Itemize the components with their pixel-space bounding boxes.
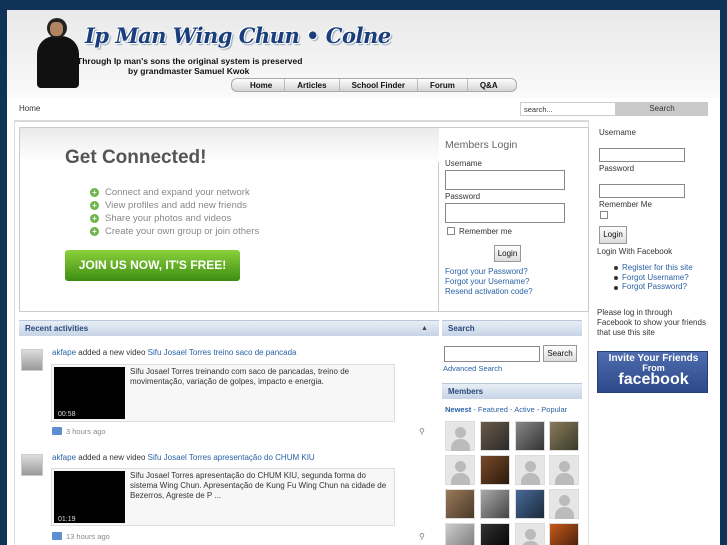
site-header: Ip Man Wing Chun • Colne Through Ip man'… [7, 10, 720, 98]
breadcrumb[interactable]: Home [19, 104, 40, 113]
nav-school-finder[interactable]: School Finder [340, 79, 418, 91]
members-module-title: Members [448, 387, 484, 396]
member-avatar[interactable] [480, 489, 510, 519]
nav-home[interactable]: Home [238, 79, 286, 91]
member-avatar[interactable] [445, 489, 475, 519]
member-avatar[interactable] [515, 489, 545, 519]
member-avatar[interactable] [515, 455, 545, 485]
avatar[interactable] [21, 349, 43, 371]
video-duration: 01:19 [58, 516, 76, 523]
video-icon [52, 532, 62, 540]
forgot-username-link[interactable]: Forgot your Username? [445, 277, 529, 286]
remember-me-label: Remember me [459, 227, 512, 236]
search-button[interactable]: Search [543, 345, 577, 362]
activity-line: akfape added a new video Sifu Josael Tor… [52, 348, 297, 357]
activity-user-link[interactable]: akfape [52, 348, 76, 357]
members-tabs: Newest - Featured - Active - Popular [445, 405, 567, 414]
sidebar-password-field[interactable] [599, 184, 685, 198]
advanced-search-link[interactable]: Advanced Search [443, 364, 502, 373]
forgot-password-link[interactable]: Forgot your Password? [445, 267, 528, 276]
member-avatar[interactable] [549, 455, 579, 485]
plus-icon: + [90, 188, 99, 197]
password-field[interactable] [445, 203, 565, 223]
top-search-input[interactable]: search... [520, 102, 616, 116]
bullet [614, 286, 618, 290]
remember-me-checkbox[interactable] [447, 227, 455, 235]
tagline: Through Ip man's sons the original syste… [77, 56, 303, 66]
sidebar-password-label: Password [599, 164, 635, 173]
search-input[interactable] [444, 346, 540, 362]
recent-activities-title: Recent activities [25, 324, 89, 333]
facebook-login-label[interactable]: Login With Facebook [597, 247, 672, 256]
bullet [614, 266, 618, 270]
top-search-button[interactable]: Search [616, 102, 708, 116]
members-login-title: Members Login [445, 139, 518, 151]
activity-user-link[interactable]: akfape [52, 453, 76, 462]
sidebar-login-button[interactable]: Login [599, 226, 627, 244]
video-description: Sifu Josael Torres apresentação do CHUM … [130, 471, 387, 500]
member-avatar[interactable] [515, 523, 545, 545]
plus-icon: + [90, 227, 99, 236]
location-pin-icon[interactable]: ⚲ [419, 532, 425, 541]
facebook-note: Please log in through Facebook to show y… [597, 308, 706, 337]
member-avatar[interactable] [515, 421, 545, 451]
activity-video-link[interactable]: Sifu Josael Torres apresentação do CHUM … [148, 453, 315, 462]
video-duration: 00:58 [58, 411, 76, 418]
avatar[interactable] [21, 454, 43, 476]
site-title[interactable]: Ip Man Wing Chun • Colne [85, 23, 391, 48]
main-nav: Home Articles School Finder Forum Q&A [231, 78, 517, 92]
facebook-logo-text: facebook [618, 371, 689, 388]
member-avatar[interactable] [480, 421, 510, 451]
member-avatar[interactable] [445, 523, 475, 545]
video-description: Sifu Josael Torres treinando com saco de… [130, 367, 350, 386]
feature-item: + Create your own group or join others [90, 226, 259, 237]
activity-line: akfape added a new video Sifu Josael Tor… [52, 453, 315, 462]
video-icon [52, 427, 62, 435]
activity-time: 13 hours ago [66, 532, 110, 541]
resend-activation-link[interactable]: Resend activation code? [445, 287, 533, 296]
nav-forum[interactable]: Forum [418, 79, 468, 91]
feature-item: + Connect and expand your network [90, 187, 250, 198]
feature-item: + View profiles and add new friends [90, 200, 247, 211]
sidebar-forgot-password-link[interactable]: Forgot Password? [622, 282, 687, 291]
sidebar-remember-checkbox[interactable] [600, 211, 608, 219]
plus-icon: + [90, 201, 99, 210]
member-avatar[interactable] [445, 455, 475, 485]
username-label: Username [445, 159, 482, 168]
member-avatar[interactable] [549, 523, 579, 545]
nav-qa[interactable]: Q&A [468, 79, 510, 91]
member-avatar[interactable] [549, 489, 579, 519]
sidebar-remember-label: Remember Me [599, 200, 652, 209]
sidebar-forgot-username-link[interactable]: Forgot Username? [622, 273, 689, 282]
activity-time: 3 hours ago [66, 427, 106, 436]
join-now-button[interactable]: JOIN US NOW, IT'S FREE! [65, 250, 240, 281]
member-avatar[interactable] [480, 523, 510, 545]
member-avatar[interactable] [445, 421, 475, 451]
search-module-title: Search [448, 324, 475, 333]
location-pin-icon[interactable]: ⚲ [419, 427, 425, 436]
password-label: Password [445, 192, 481, 201]
collapse-arrow-icon[interactable]: ▲ [421, 325, 428, 332]
logo-figure [35, 16, 80, 90]
tagline-author: by grandmaster Samuel Kwok [128, 66, 250, 76]
sidebar-username-field[interactable] [599, 148, 685, 162]
member-avatar[interactable] [549, 421, 579, 451]
sidebar-username-label: Username [599, 128, 636, 137]
login-button[interactable]: Login [494, 245, 521, 262]
feature-item: + Share your photos and videos [90, 213, 231, 224]
bullet [614, 276, 618, 280]
tab-others[interactable]: - Featured - Active - Popular [471, 405, 567, 414]
get-connected-title: Get Connected! [65, 147, 207, 168]
plus-icon: + [90, 214, 99, 223]
register-link[interactable]: Register for this site [622, 263, 693, 272]
username-field[interactable] [445, 170, 565, 190]
facebook-invite-banner[interactable]: Invite Your Friends From facebook [597, 351, 708, 393]
tab-newest[interactable]: Newest [445, 405, 471, 414]
activity-video-link[interactable]: Sifu Josael Torres treino saco de pancad… [148, 348, 297, 357]
member-avatar[interactable] [480, 455, 510, 485]
nav-articles[interactable]: Articles [285, 79, 340, 91]
